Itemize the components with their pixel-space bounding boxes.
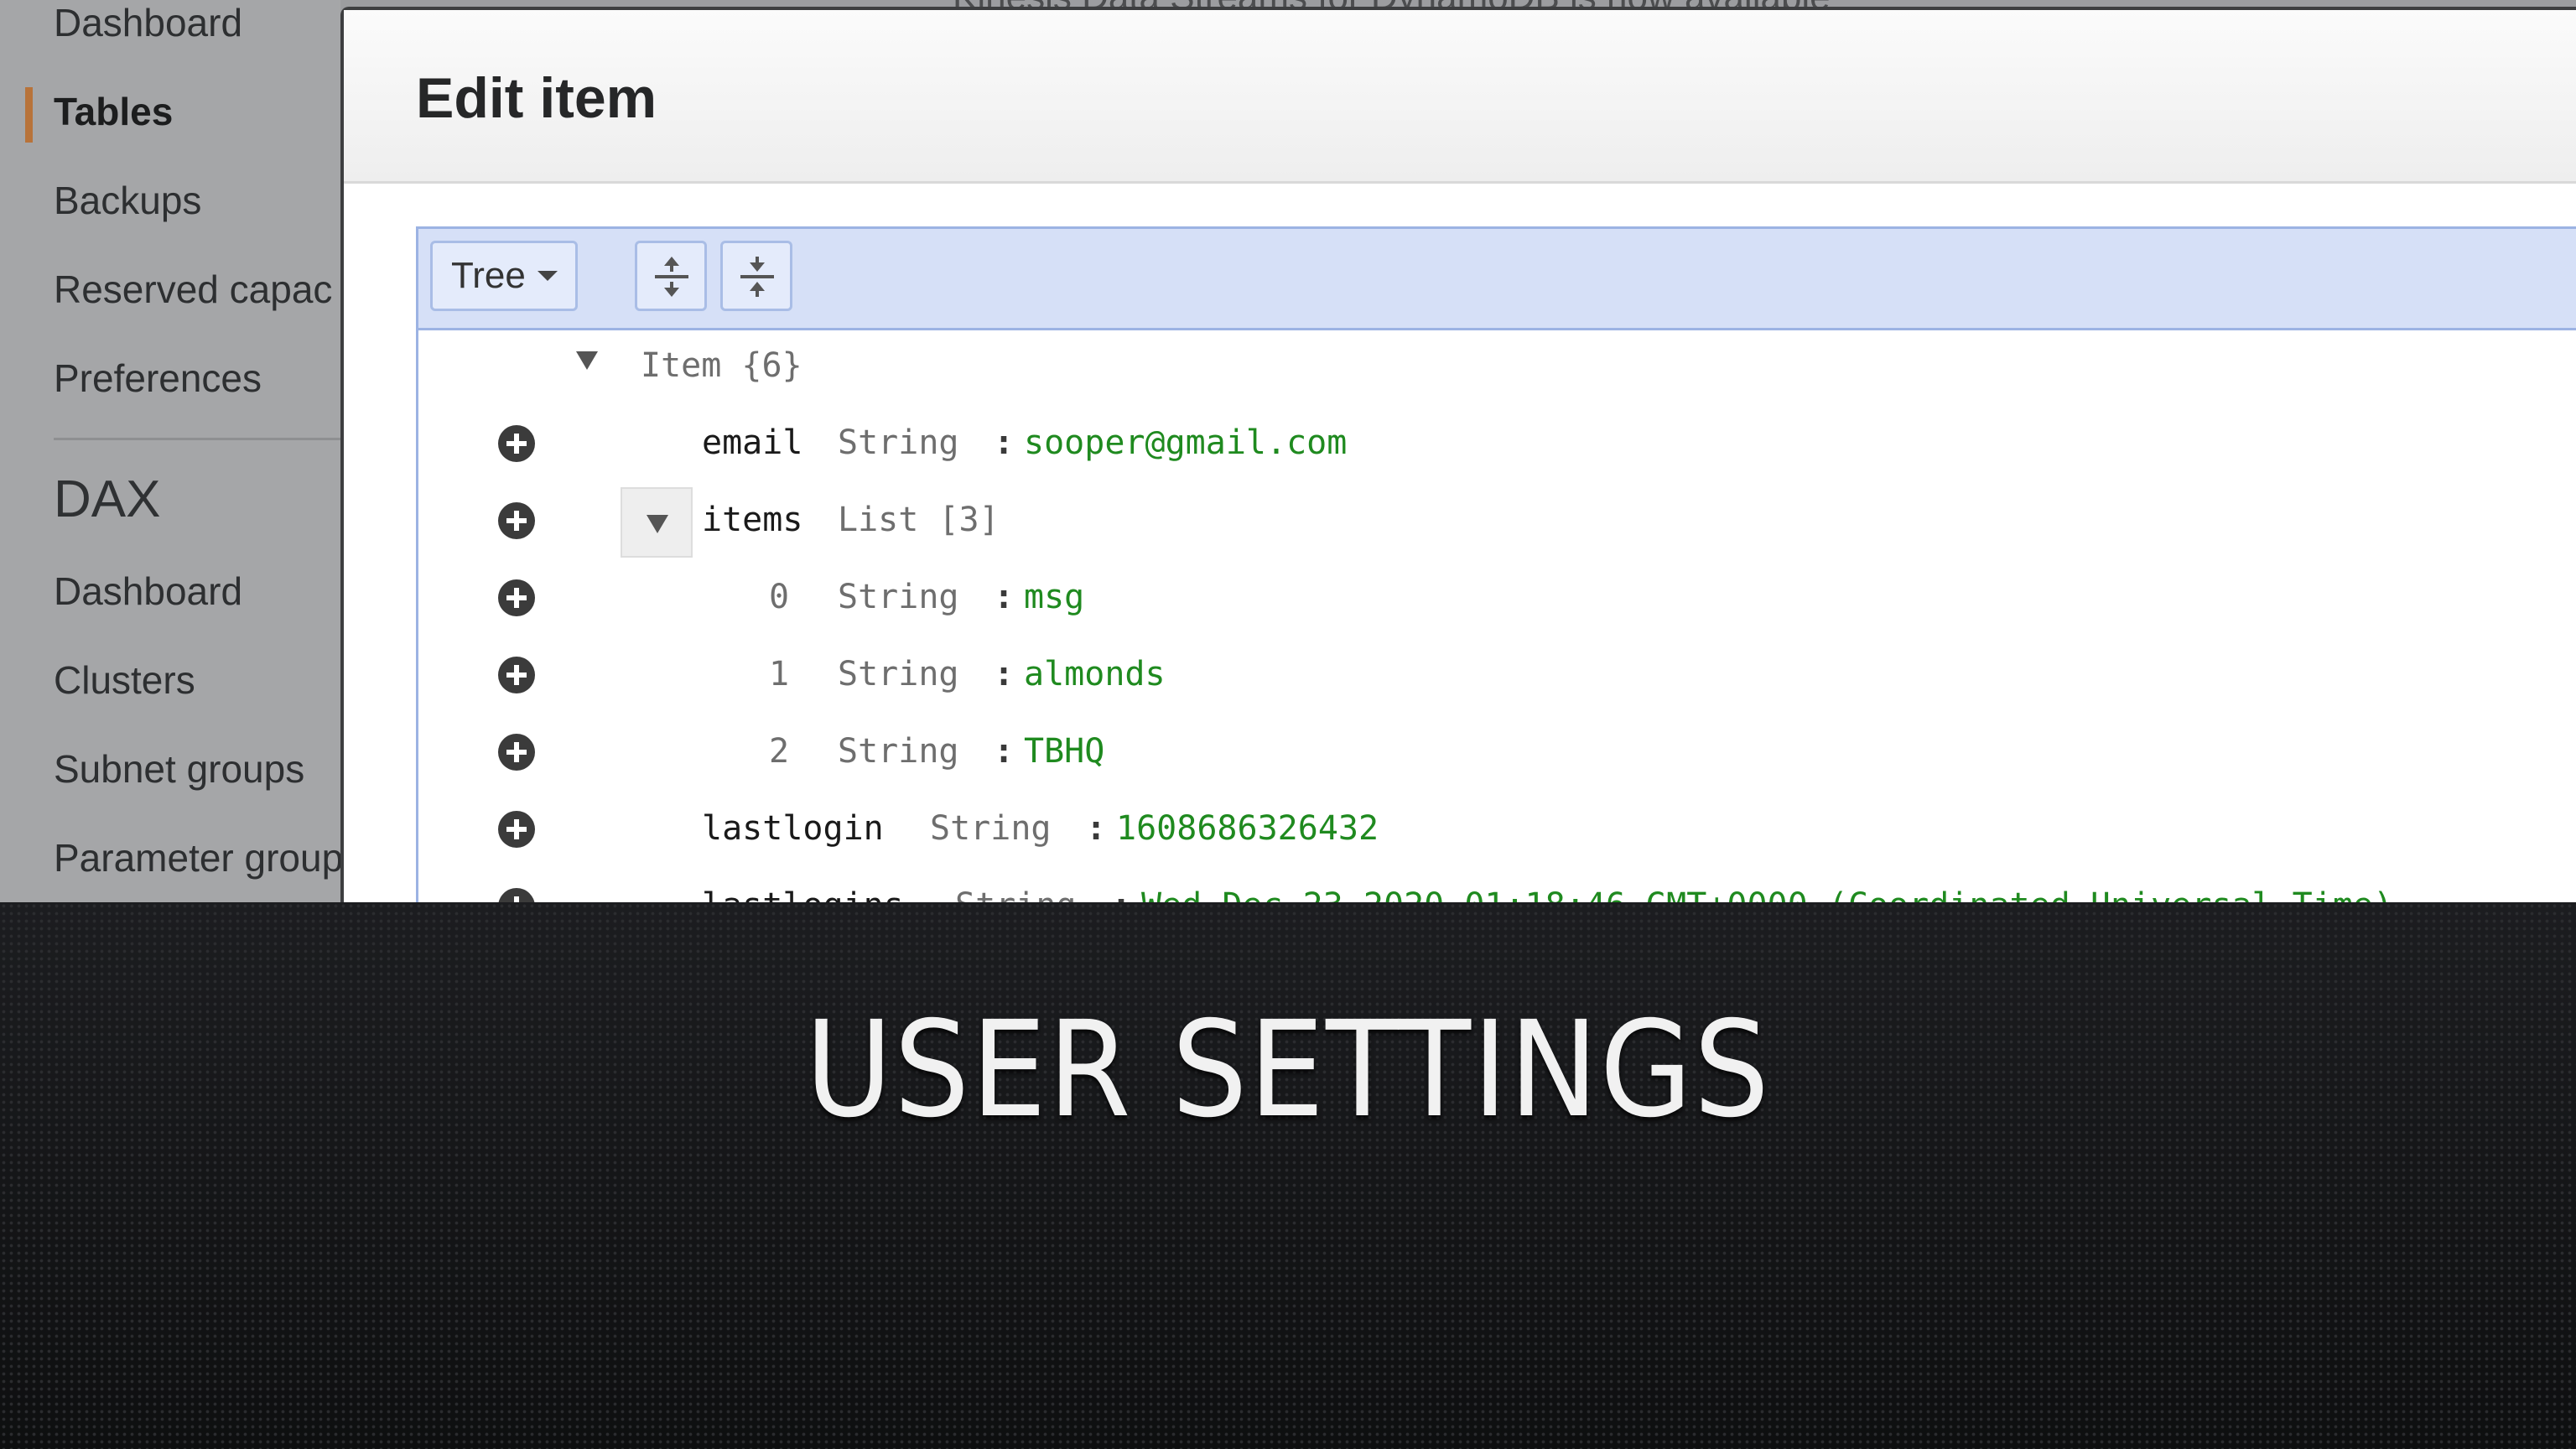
attribute-type: List [3] [838, 501, 1000, 539]
edit-item-modal: Edit item Tree Item {6} email String: s… [340, 7, 2576, 902]
attribute-key: lastlogins [702, 886, 904, 902]
add-field-icon[interactable] [497, 656, 536, 694]
banner-title: USER SETTINGS [805, 993, 1771, 1147]
attribute-key: items [702, 501, 803, 539]
tree-row-email: email String : sooper@gmail.com [418, 405, 2576, 482]
modal-title: Edit item [416, 66, 657, 130]
add-field-icon[interactable] [497, 810, 536, 849]
sidebar-item-dax-dashboard[interactable]: Dashboard [54, 569, 242, 614]
tree-row-lastlogin: lastlogin String : 1608686326432 [418, 791, 2576, 868]
add-field-icon[interactable] [497, 733, 536, 771]
type-separator: : [994, 655, 1015, 693]
attribute-type: String [838, 423, 959, 462]
collapse-triangle-icon[interactable] [576, 351, 598, 370]
attribute-value[interactable]: 1608686326432 [1116, 809, 1379, 848]
list-index: 2 [769, 732, 790, 771]
sidebar-item-preferences[interactable]: Preferences [54, 356, 262, 401]
attribute-value[interactable]: sooper@gmail.com [1024, 423, 1347, 462]
list-index: 1 [769, 655, 790, 693]
item-editor: Tree Item {6} email String: sooper@gmai… [416, 226, 2576, 902]
attribute-type: String [838, 578, 959, 616]
type-separator: : [994, 732, 1015, 771]
list-toggle-button[interactable] [621, 487, 693, 558]
sidebar-item-parameter-groups[interactable]: Parameter group [54, 835, 343, 880]
tree-row-lastlogins: lastlogins String : Wed Dec 23 2020 01:1… [418, 868, 2576, 902]
view-mode-label: Tree [451, 255, 526, 296]
sidebar-item-dashboard[interactable]: Dashboard [54, 0, 242, 45]
tree-row-list-element: 1 String : almonds [418, 636, 2576, 714]
modal-header: Edit item [344, 10, 2576, 184]
attribute-type: String [955, 886, 1077, 902]
sidebar-item-clusters[interactable]: Clusters [54, 657, 195, 703]
type-separator: : [994, 423, 1015, 462]
list-index: 0 [769, 578, 790, 616]
tree-row-list-element: 2 String : TBHQ [418, 714, 2576, 791]
add-field-icon[interactable] [497, 424, 536, 463]
attribute-type: String [838, 655, 959, 693]
title-banner: USER SETTINGS [0, 902, 2576, 1449]
active-item-indicator [25, 87, 33, 143]
view-mode-select[interactable]: Tree [430, 241, 578, 311]
collapse-all-icon [740, 257, 774, 297]
sidebar: Dashboard Tables Backups Reserved capac … [0, 0, 343, 902]
sidebar-section-heading: DAX [54, 470, 161, 528]
console-screenshot: Dashboard Tables Backups Reserved capac … [0, 0, 2576, 902]
attribute-value[interactable]: almonds [1024, 655, 1166, 693]
tree-row-list-element: 0 String : msg [418, 559, 2576, 636]
expand-all-icon [655, 257, 688, 297]
type-separator: : [1086, 809, 1107, 848]
expand-all-button[interactable] [635, 241, 707, 311]
attribute-type: String [838, 732, 959, 771]
tree-root-row: Item {6} [418, 328, 2576, 405]
collapse-all-button[interactable] [720, 241, 792, 311]
sidebar-item-tables[interactable]: Tables [54, 89, 173, 134]
type-separator: : [994, 578, 1015, 616]
caret-down-icon [537, 271, 558, 281]
sidebar-item-subnet-groups[interactable]: Subnet groups [54, 746, 304, 792]
type-separator: : [1111, 886, 1131, 902]
tree-root-label: Item {6} [641, 346, 802, 385]
attribute-value[interactable]: Wed Dec 23 2020 01:18:46 GMT+0000 (Coord… [1141, 886, 2393, 902]
sidebar-item-backups[interactable]: Backups [54, 178, 201, 223]
editor-toolbar: Tree [418, 229, 2576, 330]
collapse-triangle-icon [647, 515, 668, 533]
attribute-key: email [702, 423, 803, 462]
attribute-key: lastlogin [702, 809, 884, 848]
add-field-icon[interactable] [497, 579, 536, 617]
add-field-icon[interactable] [497, 887, 536, 902]
attribute-value[interactable]: TBHQ [1024, 732, 1104, 771]
tree-row-items: items List [3] [418, 482, 2576, 559]
attribute-value[interactable]: msg [1024, 578, 1084, 616]
attribute-type: String [930, 809, 1052, 848]
add-field-icon[interactable] [497, 501, 536, 540]
sidebar-divider [54, 438, 340, 440]
sidebar-item-reserved-capacity[interactable]: Reserved capac [54, 267, 332, 312]
